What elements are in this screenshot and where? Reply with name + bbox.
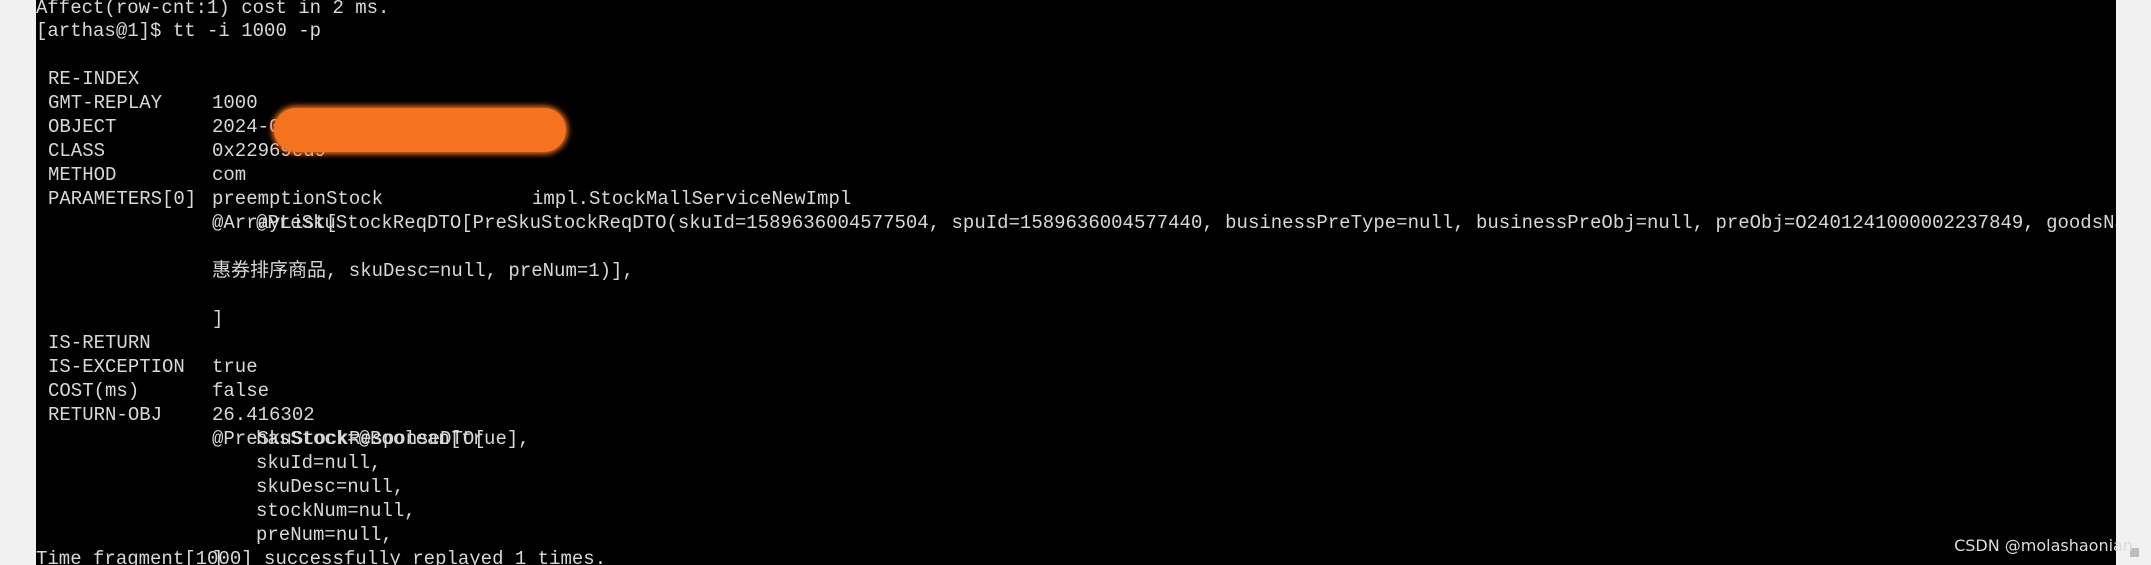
affect-line: Affect(row-cnt:1) cost in 2 ms. [36, 0, 390, 19]
re-index-value: 1000 [212, 92, 258, 114]
return-field-stock-num: stockNum=null, [256, 500, 416, 522]
parameters-close-bracket: ] [212, 308, 224, 330]
parameters-row: PARAMETERS[0] @ArrayList[ [36, 163, 337, 234]
terminal-window[interactable]: Affect(row-cnt:1) cost in 2 ms. [arthas@… [36, 0, 2116, 565]
parameters-dto-continuation: 惠券排序商品, skuDesc=null, preNum=1)], [212, 260, 634, 282]
re-index-row: RE-INDEX 1000 [36, 43, 258, 114]
is-return-value: true [212, 356, 258, 378]
replay-result-line: Time fragment[1000] successfully replaye… [36, 548, 607, 565]
parameters-line-2: 惠券排序商品, skuDesc=null, preNum=1)], [36, 235, 634, 282]
class-value-start: com [212, 164, 247, 186]
return-obj-line: skuId=null, [36, 427, 381, 474]
method-row: METHOD preemptionStock [36, 139, 383, 210]
return-obj-close-row: ] [36, 523, 223, 565]
parameters-line-1: @PreSkuStockReqDTO[PreSkuStockReqDTO(sku… [36, 187, 2116, 234]
is-return-row: IS-RETURN true [36, 307, 258, 378]
method-value: preemptionStock [212, 188, 384, 210]
object-row: OBJECT 0x22969ed9 [36, 91, 326, 162]
parameters-dto-text: @PreSkuStockReqDTO[PreSkuStockReqDTO(sku… [256, 212, 2116, 234]
return-obj-line: skuDesc=null, [36, 451, 404, 498]
left-margin [0, 0, 36, 565]
return-field-pre-num: preNum=null, [256, 524, 393, 546]
cost-row: COST(ms) 26.416302 [36, 355, 315, 426]
class-row: CLASS com impl.StockMallServiceNewImpl [36, 115, 851, 210]
redaction-mark [274, 108, 566, 152]
return-field-has-stock: hasStock=@Boolean[true], [256, 428, 530, 450]
class-value-end: impl.StockMallServiceNewImpl [532, 188, 852, 210]
return-obj-line: hasStock=@Boolean[true], [36, 403, 530, 450]
cost-value: 26.416302 [212, 404, 315, 426]
is-exception-value: false [212, 380, 270, 402]
parameters-close-row: ] [36, 283, 223, 330]
return-field-sku-id: skuId=null, [256, 452, 382, 474]
watermark: CSDN @molashaonian [1954, 536, 2133, 555]
command-prompt-line: [arthas@1]$ tt -i 1000 -p [36, 20, 322, 42]
return-field-sku-desc: skuDesc=null, [256, 476, 405, 498]
gmt-replay-row: GMT-REPLAY 2024-01-24 16:23:43 [36, 67, 429, 138]
right-margin [2116, 0, 2151, 565]
return-obj-row: RETURN-OBJ @PreSkuStockResponseDTO[ [36, 379, 486, 450]
return-obj-line: stockNum=null, [36, 475, 416, 522]
return-obj-line: preNum=null, [36, 499, 393, 546]
is-exception-row: IS-EXCEPTION false [36, 331, 269, 402]
